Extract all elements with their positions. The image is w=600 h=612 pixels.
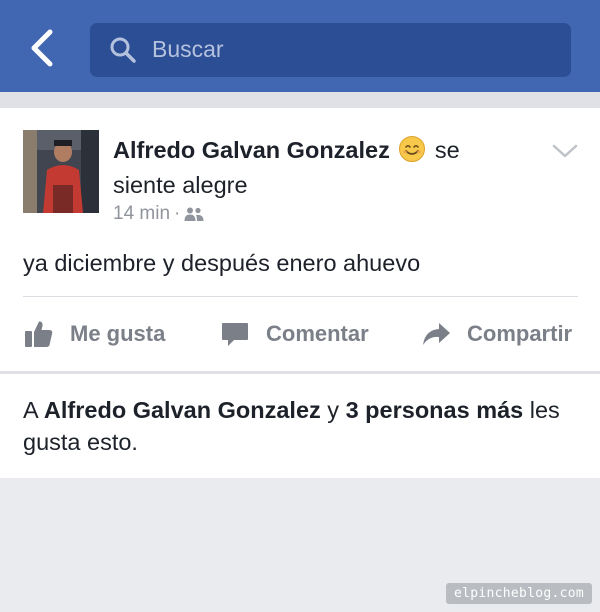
top-bar: Buscar [0,0,600,92]
comment-icon [222,323,248,346]
author-name[interactable]: Alfredo Galvan Gonzalez [113,137,390,163]
likes-prefix: A [23,397,38,423]
post-header: Alfredo Galvan Gonzalez se siente alegre [113,133,533,203]
friends-icon [184,207,204,221]
liker-name[interactable]: Alfredo Galvan Gonzalez [44,397,321,423]
chevron-down-icon[interactable] [552,143,578,159]
post-meta: 14 min · [113,203,204,225]
smiling-face-emoji-icon [398,135,426,163]
likes-connector: y [327,397,340,423]
avatar[interactable] [23,130,99,213]
feed-gap [0,92,600,108]
post-actions: Me gusta Comentar Compartir [0,297,600,371]
feeling-text: siente alegre [113,172,248,198]
meta-separator: · [174,203,181,224]
share-button[interactable]: Compartir [421,297,572,371]
comment-label: Comentar [266,321,369,346]
post-text: ya diciembre y después enero ahuevo [23,250,421,276]
watermark: elpincheblog.com [445,583,592,604]
likes-summary[interactable]: A Alfredo Galvan Gonzalez y 3 personas m… [0,374,600,478]
like-label: Me gusta [70,321,166,346]
search-input[interactable]: Buscar [90,23,571,77]
share-arrow-icon [423,323,450,345]
search-placeholder: Buscar [152,36,224,62]
like-button[interactable]: Me gusta [24,297,165,371]
feeling-prefix: se [434,137,460,163]
timestamp[interactable]: 14 min [113,203,170,224]
post-card: Alfredo Galvan Gonzalez se siente alegre… [0,108,600,371]
likes-text: A Alfredo Galvan Gonzalez y 3 personas m… [23,394,563,458]
search-icon [110,37,136,63]
comment-button[interactable]: Comentar [220,297,369,371]
thumbs-up-icon [25,321,53,347]
back-icon[interactable] [24,28,60,68]
likes-others[interactable]: 3 personas más [346,397,524,423]
share-label: Compartir [467,321,573,346]
